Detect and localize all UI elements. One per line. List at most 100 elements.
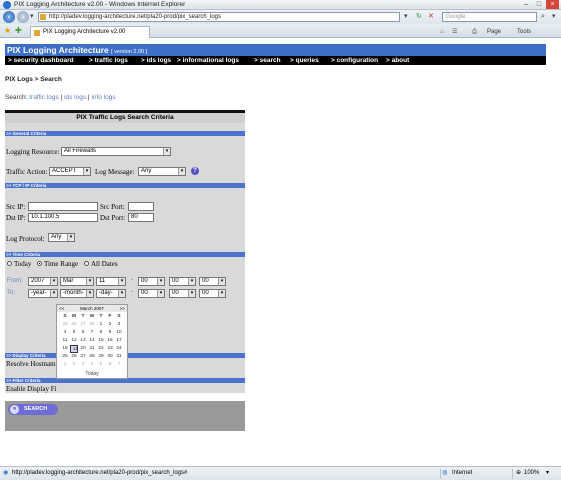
close-button[interactable]: ×	[546, 0, 559, 9]
calendar-day[interactable]: 26	[70, 353, 78, 361]
url-dropdown-icon[interactable]: ▾	[404, 13, 408, 21]
calendar-day[interactable]: 4	[88, 361, 96, 369]
ids-logs-link[interactable]: ids logs	[64, 94, 86, 101]
to-year-select[interactable]: -year- ▾	[28, 289, 58, 298]
calendar-day[interactable]: 18	[61, 345, 69, 353]
calendar-day[interactable]: 2	[106, 321, 114, 329]
menu-ids-logs[interactable]: > ids logs	[141, 56, 171, 65]
to-month-select[interactable]: -month- ▾	[60, 289, 94, 298]
feeds-icon[interactable]: ☰	[452, 28, 457, 36]
calendar-day[interactable]: 15	[97, 337, 105, 345]
to-hour-select[interactable]: 00 ▾	[138, 289, 165, 298]
calendar-day[interactable]: 16	[106, 337, 114, 345]
back-button[interactable]: ‹	[3, 11, 15, 23]
print-icon[interactable]: ⎙	[472, 28, 477, 36]
from-second-select[interactable]: 00 ▾	[199, 277, 226, 286]
calendar-day[interactable]: 4	[61, 329, 69, 337]
calendar-day[interactable]: 27	[79, 353, 87, 361]
calendar-day[interactable]: 28	[88, 321, 96, 329]
calendar-day[interactable]: 22	[97, 345, 105, 353]
calendar-day[interactable]: 25	[61, 353, 69, 361]
calendar-day[interactable]: 19	[70, 345, 78, 353]
calendar-day[interactable]: 5	[70, 329, 78, 337]
minimize-button[interactable]: –	[520, 0, 532, 9]
from-hour-select[interactable]: 00 ▾	[138, 277, 165, 286]
calendar-day[interactable]: 30	[106, 353, 114, 361]
add-favorite-icon[interactable]: ✚	[15, 27, 22, 35]
home-icon[interactable]: ⌂	[440, 28, 444, 36]
calendar-day[interactable]: 3	[115, 321, 123, 329]
all-dates-radio[interactable]	[84, 261, 89, 266]
calendar-day[interactable]: 6	[79, 329, 87, 337]
today-radio[interactable]	[7, 261, 12, 266]
refresh-icon[interactable]: ↻	[416, 13, 422, 21]
log-protocol-select[interactable]: Any ▾	[48, 233, 75, 242]
calendar-day[interactable]: 6	[106, 361, 114, 369]
calendar-day[interactable]: 20	[79, 345, 87, 353]
from-year-select[interactable]: 2007 ▾	[28, 277, 58, 286]
calendar-day[interactable]: 26	[70, 321, 78, 329]
calendar-day[interactable]: 13	[79, 337, 87, 345]
help-icon[interactable]: ?	[191, 167, 199, 175]
calendar-day[interactable]: 12	[70, 337, 78, 345]
calendar-day[interactable]: 23	[106, 345, 114, 353]
log-message-select[interactable]: Any ▾	[138, 167, 186, 176]
calendar-day[interactable]: 8	[97, 329, 105, 337]
forward-button[interactable]: ›	[17, 11, 29, 23]
menu-traffic-logs[interactable]: > traffic logs	[89, 56, 128, 65]
traffic-action-select[interactable]: ACCEPT ▾	[49, 167, 91, 176]
calendar-day[interactable]: 25	[61, 321, 69, 329]
calendar-day[interactable]: 14	[88, 337, 96, 345]
src-port-input[interactable]	[128, 202, 154, 211]
calendar-day[interactable]: 31	[115, 353, 123, 361]
favorites-star-icon[interactable]: ★	[4, 27, 11, 35]
search-options-icon[interactable]: ▾	[552, 13, 556, 21]
search-icon[interactable]: ⌕	[541, 13, 545, 21]
calendar-day[interactable]: 7	[88, 329, 96, 337]
time-range-radio[interactable]	[37, 261, 42, 266]
maximize-button[interactable]: □	[533, 0, 545, 9]
dst-port-input[interactable]: 80	[128, 213, 154, 222]
calendar-day[interactable]: 17	[115, 337, 123, 345]
menu-configuration[interactable]: > configuration	[331, 56, 378, 65]
history-dropdown-icon[interactable]: ▾	[30, 13, 34, 21]
menu-security-dashboard[interactable]: > security dashboard	[8, 56, 74, 65]
menu-queries[interactable]: > queries	[290, 56, 319, 65]
tab-active[interactable]: PIX Logging Architecture v2.00	[30, 26, 150, 38]
to-minute-select[interactable]: 00 ▾	[169, 289, 196, 298]
calendar-next-button[interactable]: >>	[120, 305, 125, 312]
info-logs-link[interactable]: info logs	[91, 94, 115, 101]
zoom-level[interactable]: 100%	[524, 467, 539, 480]
zoom-icon[interactable]: ⊕	[516, 467, 521, 480]
zoom-dropdown-icon[interactable]: ▾	[546, 467, 549, 480]
menu-about[interactable]: > about	[386, 56, 409, 65]
calendar-day[interactable]: 28	[88, 353, 96, 361]
from-day-select[interactable]: 11 ▾	[96, 277, 126, 286]
calendar-day[interactable]: 3	[79, 361, 87, 369]
traffic-logs-link[interactable]: traffic logs	[29, 94, 59, 101]
page-menu[interactable]: Page	[487, 28, 501, 36]
dst-ip-input[interactable]: 10.1.100.5	[28, 213, 98, 222]
calendar-day[interactable]: 11	[61, 337, 69, 345]
calendar-day[interactable]: 10	[115, 329, 123, 337]
url-input[interactable]: http://pladev.logging-architecture.net/p…	[38, 12, 400, 22]
to-second-select[interactable]: 00 ▾	[199, 289, 226, 298]
calendar-day[interactable]: 1	[97, 321, 105, 329]
from-month-select[interactable]: Mar ▾	[60, 277, 94, 286]
calendar-day[interactable]: 27	[79, 321, 87, 329]
calendar-day[interactable]: 9	[106, 329, 114, 337]
calendar-day[interactable]: 24	[115, 345, 123, 353]
to-day-select[interactable]: -day- ▾	[96, 289, 126, 298]
calendar-day[interactable]: 21	[88, 345, 96, 353]
logging-resource-select[interactable]: All Firewalls ▾	[61, 147, 171, 156]
calendar-day[interactable]: 29	[97, 353, 105, 361]
stop-icon[interactable]: ✕	[428, 13, 434, 21]
search-input[interactable]: Google	[442, 12, 537, 22]
calendar-day[interactable]: 7	[115, 361, 123, 369]
calendar-day[interactable]: 2	[70, 361, 78, 369]
from-minute-select[interactable]: 00 ▾	[169, 277, 196, 286]
search-button[interactable]: » SEARCH	[8, 404, 58, 415]
tools-menu[interactable]: Tools	[517, 28, 531, 36]
menu-informational-logs[interactable]: > informational logs	[177, 56, 239, 65]
calendar-day[interactable]: 1	[61, 361, 69, 369]
